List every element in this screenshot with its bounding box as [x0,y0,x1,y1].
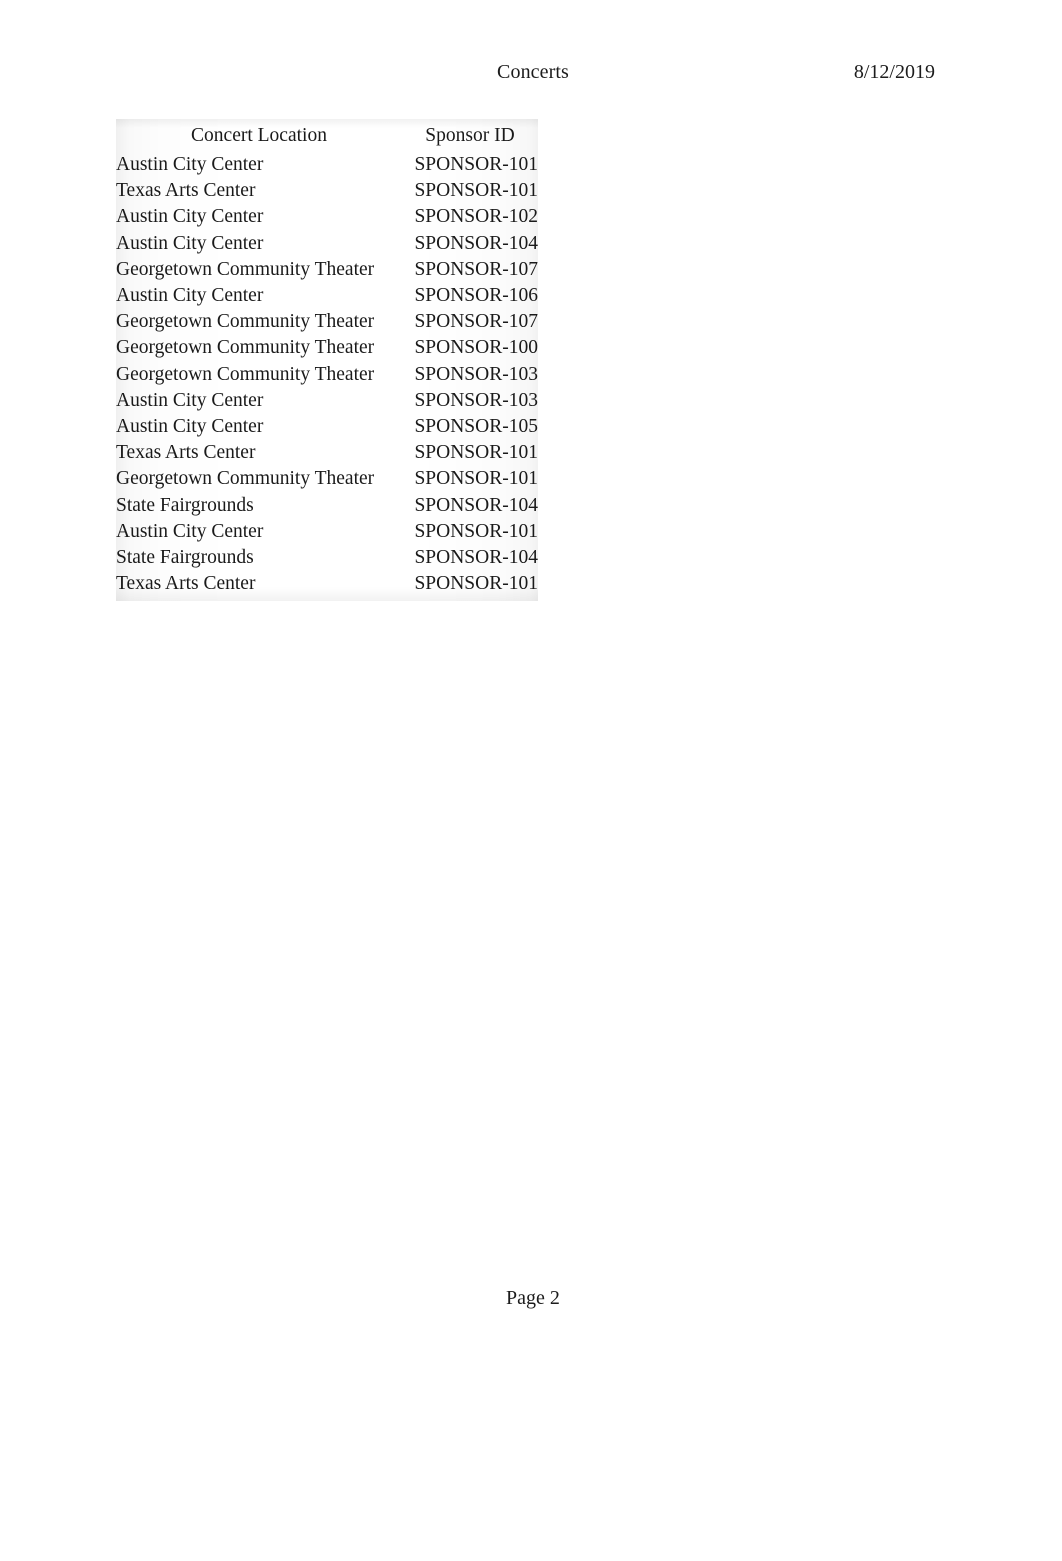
table-row: Austin City Center SPONSOR-102 [116,204,538,230]
table-row: State Fairgrounds SPONSOR-104 [116,545,538,571]
table-header-row-group: Concert Location Sponsor ID [116,119,538,152]
cell-concert-location: Austin City Center [116,206,264,228]
cell-concert-location: Texas Arts Center [116,180,256,202]
cell-concert-location: State Fairgrounds [116,494,254,516]
table-row: Austin City Center SPONSOR-106 [116,283,538,309]
cell-concert-location: Georgetown Community Theater [116,258,375,280]
column-header-concert-location: Concert Location [191,124,327,146]
cell-concert-location: Texas Arts Center [116,442,256,464]
cell-concert-location: Austin City Center [116,285,264,307]
report-date: 8/12/2019 [853,61,935,83]
cell-sponsor-id: SPONSOR-101 [414,468,538,490]
cell-sponsor-id: SPONSOR-104 [414,494,538,516]
column-header-sponsor-id: Sponsor ID [425,124,515,146]
cell-sponsor-id: SPONSOR-102 [414,206,538,228]
cell-concert-location: Georgetown Community Theater [116,363,375,385]
document-page: Concerts 8/12/2019 Concert Location Spon… [0,0,1062,1561]
cell-concert-location: Austin City Center [116,232,264,254]
table-row: Georgetown Community Theater SPONSOR-103 [116,362,538,388]
cell-sponsor-id: SPONSOR-103 [414,389,538,411]
table-header-row: Concert Location Sponsor ID [116,119,538,152]
page-number: Page 2 [506,1287,560,1309]
cell-sponsor-id: SPONSOR-103 [414,363,538,385]
cell-sponsor-id: SPONSOR-104 [414,232,538,254]
table-row: Georgetown Community Theater SPONSOR-100 [116,335,538,361]
table-row: Texas Arts Center SPONSOR-101 [116,178,538,204]
cell-sponsor-id: SPONSOR-105 [414,416,538,438]
table-row: Texas Arts Center SPONSOR-101 [116,571,538,601]
table-row: Austin City Center SPONSOR-105 [116,414,538,440]
table-row: Austin City Center SPONSOR-103 [116,388,538,414]
concerts-table: Concert Location Sponsor ID Austin City … [116,119,538,602]
table-row: Georgetown Community Theater SPONSOR-101 [116,466,538,492]
table-row: Georgetown Community Theater SPONSOR-107 [116,257,538,283]
table-row: State Fairgrounds SPONSOR-104 [116,493,538,519]
table-row: Austin City Center SPONSOR-104 [116,231,538,257]
cell-sponsor-id: SPONSOR-101 [414,154,538,175]
document-header: Concerts 8/12/2019 [0,59,1062,89]
table-row: Austin City Center SPONSOR-101 [116,519,538,545]
cell-sponsor-id: SPONSOR-101 [414,442,538,464]
cell-concert-location: Georgetown Community Theater [116,311,375,333]
cell-sponsor-id: SPONSOR-101 [414,520,538,542]
cell-sponsor-id: SPONSOR-104 [414,547,538,569]
cell-sponsor-id: SPONSOR-107 [414,311,538,333]
table-row: Texas Arts Center SPONSOR-101 [116,440,538,466]
table-body: Austin City Center SPONSOR-101 Texas Arts … [116,152,538,601]
concerts-table-container: Concert Location Sponsor ID Austin City … [116,119,538,602]
cell-concert-location: Austin City Center [116,416,264,438]
cell-concert-location: State Fairgrounds [116,547,254,569]
cell-sponsor-id: SPONSOR-107 [414,258,538,280]
table-row: Austin City Center SPONSOR-101 [116,152,538,178]
table-row: Georgetown Community Theater SPONSOR-107 [116,309,538,335]
cell-sponsor-id: SPONSOR-101 [414,180,538,202]
cell-sponsor-id: SPONSOR-100 [414,337,538,359]
cell-concert-location: Georgetown Community Theater [116,337,375,359]
document-footer: Page 2 [0,1285,1062,1311]
cell-sponsor-id: SPONSOR-101 [414,573,538,595]
cell-concert-location: Texas Arts Center [116,573,256,595]
cell-concert-location: Austin City Center [116,520,264,542]
cell-concert-location: Austin City Center [116,389,264,411]
cell-sponsor-id: SPONSOR-106 [414,285,538,307]
cell-concert-location: Austin City Center [116,154,264,175]
cell-concert-location: Georgetown Community Theater [116,468,375,490]
